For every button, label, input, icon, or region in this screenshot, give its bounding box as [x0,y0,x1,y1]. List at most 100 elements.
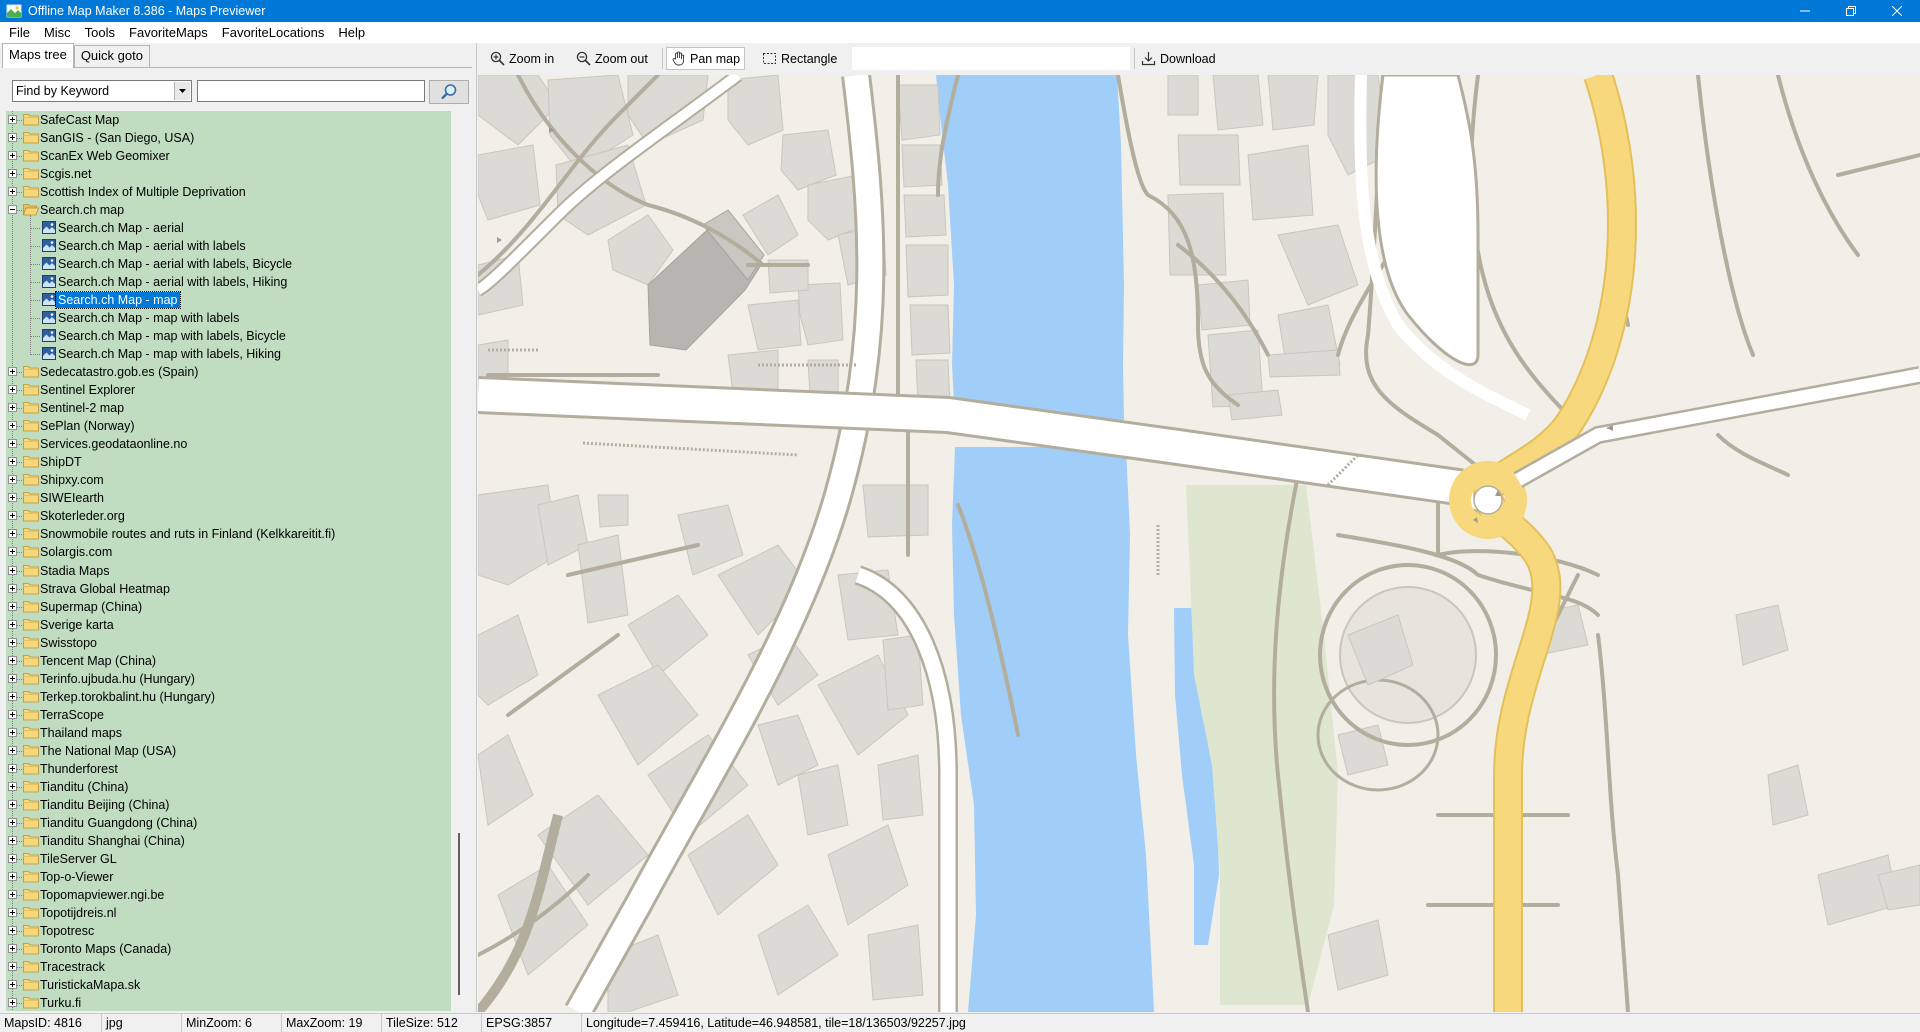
tree-folder[interactable]: Tianditu Beijing (China) [6,796,451,814]
expand-icon[interactable] [8,835,17,845]
expand-icon[interactable] [8,187,17,197]
tree-folder[interactable]: Search.ch map [6,201,451,219]
tree-folder[interactable]: Solargis.com [6,543,451,561]
tab-quick-goto[interactable]: Quick goto [73,45,150,67]
tree-folder[interactable]: Tianditu (China) [6,778,451,796]
expand-icon[interactable] [8,997,17,1007]
map-view[interactable] [478,75,1920,1012]
tree-folder[interactable]: Sedecatastro.gob.es (Spain) [6,363,451,381]
expand-icon[interactable] [8,799,17,809]
expand-icon[interactable] [8,853,17,863]
dropdown-button[interactable] [174,82,190,100]
map-canvas[interactable] [478,75,1920,1012]
zoom-out-button[interactable]: Zoom out [572,47,652,70]
tree-folder[interactable]: Terinfo.ujbuda.hu (Hungary) [6,670,451,688]
expand-icon[interactable] [8,961,17,971]
find-mode-select[interactable]: Find by Keyword [12,80,192,102]
tree-folder[interactable]: Strava Global Heatmap [6,580,451,598]
expand-icon[interactable] [8,151,17,161]
search-button[interactable] [429,80,469,104]
menu-file[interactable]: File [2,22,37,43]
expand-icon[interactable] [8,781,17,791]
tree-folder[interactable]: TerraScope [6,706,451,724]
expand-icon[interactable] [8,763,17,773]
expand-icon[interactable] [8,691,17,701]
tree-folder[interactable]: Services.geodataonline.no [6,435,451,453]
menu-help[interactable]: Help [331,22,372,43]
expand-icon[interactable] [8,583,17,593]
expand-icon[interactable] [8,385,17,395]
tree-folder[interactable]: TuristickaMapa.sk [6,976,451,994]
tab-maps-tree[interactable]: Maps tree [2,43,74,68]
expand-icon[interactable] [8,871,17,881]
expand-icon[interactable] [8,673,17,683]
expand-icon[interactable] [8,817,17,827]
tree-folder[interactable]: Tianditu Guangdong (China) [6,814,451,832]
expand-icon[interactable] [8,889,17,899]
tree-folder[interactable]: Scgis.net [6,165,451,183]
collapse-icon[interactable] [8,205,17,215]
expand-icon[interactable] [8,655,17,665]
tree-folder[interactable]: Stadia Maps [6,562,451,580]
tree-folder[interactable]: ShipDT [6,453,451,471]
menu-favorite-locations[interactable]: FavoriteLocations [215,22,332,43]
expand-icon[interactable] [8,367,17,377]
expand-icon[interactable] [8,925,17,935]
tree-folder[interactable]: Topotijdreis.nl [6,904,451,922]
expand-icon[interactable] [8,133,17,143]
tree-folder[interactable]: Sentinel Explorer [6,381,451,399]
tree-leaf[interactable]: Search.ch Map - map [6,291,451,310]
tree-folder[interactable]: Thailand maps [6,724,451,742]
tree-folder[interactable]: Turku.fi [6,994,451,1011]
tree-folder[interactable]: TileServer GL [6,850,451,868]
tree-folder[interactable]: Shipxy.com [6,471,451,489]
tree-folder[interactable]: Toronto Maps (Canada) [6,940,451,958]
tree-folder[interactable]: SafeCast Map [6,111,451,129]
tree-folder[interactable]: Terkep.torokbalint.hu (Hungary) [6,688,451,706]
tree-folder[interactable]: SanGIS - (San Diego, USA) [6,129,451,147]
zoom-in-button[interactable]: Zoom in [486,47,558,70]
expand-icon[interactable] [8,745,17,755]
expand-icon[interactable] [8,601,17,611]
expand-icon[interactable] [8,709,17,719]
tree-folder[interactable]: Scottish Index of Multiple Deprivation [6,183,451,201]
menu-misc[interactable]: Misc [37,22,78,43]
menu-favorite-maps[interactable]: FavoriteMaps [122,22,215,43]
tree-leaf[interactable]: Search.ch Map - map with labels, Hiking [6,345,451,363]
tree-folder[interactable]: Tencent Map (China) [6,652,451,670]
expand-icon[interactable] [8,457,17,467]
expand-icon[interactable] [8,565,17,575]
tree-scrollbar[interactable] [454,111,468,1011]
tree-folder[interactable]: SePlan (Norway) [6,417,451,435]
expand-icon[interactable] [8,727,17,737]
tree-folder[interactable]: Topomapviewer.ngi.be [6,886,451,904]
tree-leaf[interactable]: Search.ch Map - aerial with labels [6,237,451,255]
minimize-button[interactable] [1782,0,1828,22]
tree-leaf[interactable]: Search.ch Map - aerial with labels, Bicy… [6,255,451,273]
pan-map-button[interactable]: Pan map [666,47,746,70]
expand-icon[interactable] [8,547,17,557]
expand-icon[interactable] [8,943,17,953]
expand-icon[interactable] [8,493,17,503]
tree-folder[interactable]: Thunderforest [6,760,451,778]
tree-folder[interactable]: Tracestrack [6,958,451,976]
menu-tools[interactable]: Tools [78,22,122,43]
tree-folder[interactable]: Skoterleder.org [6,507,451,525]
close-button[interactable] [1874,0,1920,22]
tree-folder[interactable]: Sverige karta [6,616,451,634]
tree-folder[interactable]: Swisstopo [6,634,451,652]
expand-icon[interactable] [8,169,17,179]
search-input[interactable] [197,80,425,102]
expand-icon[interactable] [8,619,17,629]
tree-leaf[interactable]: Search.ch Map - map with labels, Bicycle [6,327,451,345]
tree-folder[interactable]: Top-o-Viewer [6,868,451,886]
expand-icon[interactable] [8,907,17,917]
download-button[interactable]: Download [1137,47,1220,70]
expand-icon[interactable] [8,421,17,431]
expand-icon[interactable] [8,529,17,539]
tree-leaf[interactable]: Search.ch Map - map with labels [6,309,451,327]
tree-folder[interactable]: Snowmobile routes and ruts in Finland (K… [6,525,451,543]
tree-folder[interactable]: SIWEIearth [6,489,451,507]
restore-button[interactable] [1828,0,1874,22]
tree-leaf[interactable]: Search.ch Map - aerial with labels, Hiki… [6,273,451,291]
